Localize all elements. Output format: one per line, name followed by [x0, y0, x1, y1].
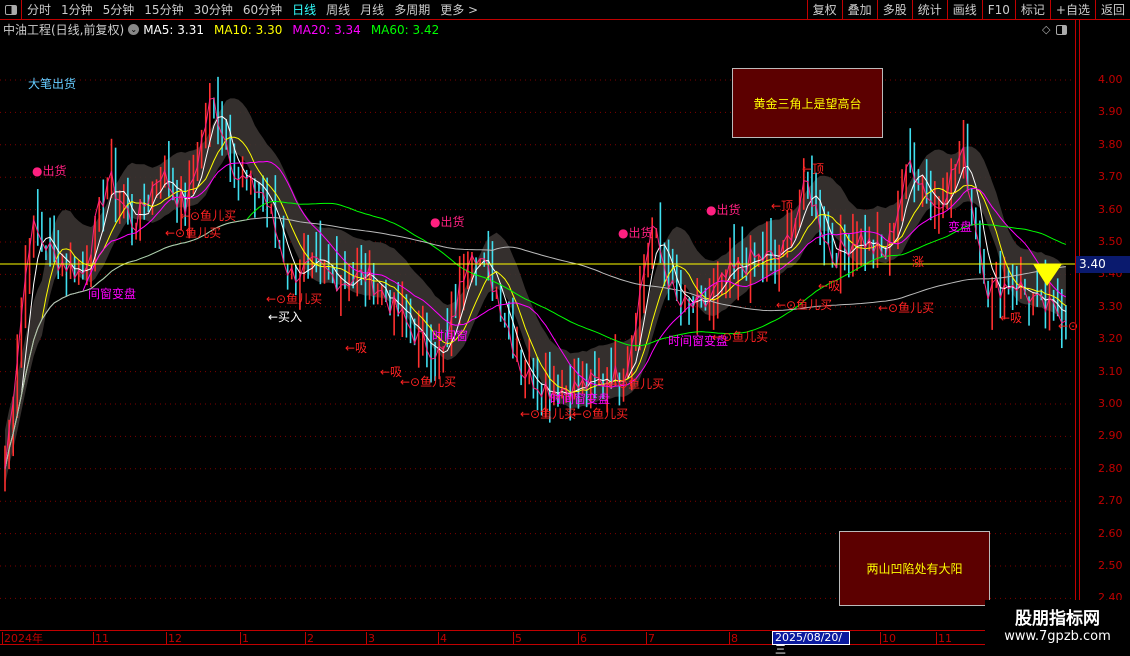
signal-annotation: 间窗变盘 [88, 287, 137, 301]
month-tick: 7 [646, 632, 655, 645]
signal-annotation: ←⊙鱼儿买 [266, 292, 323, 306]
toolbar-button[interactable]: 统计 [911, 0, 947, 20]
tab-period[interactable]: 60分钟 [238, 1, 287, 18]
signal-annotation: ←⊙鱼儿买 [878, 301, 935, 315]
signal-annotation: ←⊙鱼儿买 [712, 330, 769, 344]
price-tick: 3.50 [1098, 235, 1123, 248]
signal-annotation: ←⊙鱼儿买 [776, 298, 833, 312]
tab-period[interactable]: 周线 [321, 1, 355, 18]
signal-annotation: ←⊙鱼儿买 [520, 407, 577, 421]
signal-annotation: ←吸 [818, 279, 841, 293]
signal-annotation: ●出货 [618, 226, 653, 240]
price-tick: 3.70 [1098, 170, 1123, 184]
toolbar-button[interactable]: 复权 [806, 0, 842, 20]
price-tick: 2.90 [1098, 429, 1123, 443]
ma5-value: MA5: 3.31 [143, 22, 204, 37]
toolbar-button[interactable]: 叠加 [841, 0, 877, 20]
time-axis: 2024年 11 12 1 2 3 4 5 6 7 8 2025/08/20/三 10 11 [0, 630, 1075, 656]
signal-annotation: ←⊙鱼儿买 [400, 375, 457, 389]
tab-period[interactable]: 分时 [22, 1, 56, 18]
signal-annotation: ●出货 [430, 215, 465, 229]
signal-annotation: ←⊙鱼儿买 [572, 407, 629, 421]
signal-annotation: 涨 [912, 255, 925, 269]
price-tick: 3.60 [1098, 202, 1123, 216]
month-tick: 11 [93, 632, 109, 645]
price-tick: 4.00 [1098, 73, 1123, 86]
signal-annotation: ●出货 [706, 203, 741, 217]
ma-info-line: 中油工程(日线,前复权) ⌄ MA5: 3.31 MA10: 3.30 MA20… [0, 21, 439, 38]
signal-annotation: ←买入 [268, 310, 303, 324]
signal-annotation: 大笔出货 [28, 77, 77, 91]
month-tick: 2 [305, 632, 314, 645]
signal-annotation: ←吸 [345, 341, 368, 355]
watermark: 股朋指标网 www.7gpzb.com [985, 600, 1130, 650]
month-tick: 4 [438, 632, 447, 645]
signal-annotation: ←吸 [1000, 311, 1023, 325]
month-tick: 5 [513, 632, 522, 645]
ma60-value: MA60: 3.42 [370, 22, 440, 37]
panel-toggle-icon[interactable] [0, 0, 22, 20]
tab-period[interactable]: 多周期 [389, 1, 435, 18]
tab-period[interactable]: 更多 > [435, 1, 483, 18]
tab-period[interactable]: 5分钟 [98, 1, 140, 18]
price-tick: 3.80 [1098, 137, 1123, 151]
toolbar-button[interactable]: +自选 [1049, 0, 1095, 20]
signal-annotation: 时间窗 [432, 329, 469, 343]
valley-note: 两山凹陷处有大阳 [839, 531, 990, 606]
signal-annotation: 变盘 [948, 220, 973, 234]
crosshair-date: 2025/08/20/三 [772, 631, 850, 656]
month-tick: 10 [880, 632, 896, 645]
toolbar-button[interactable]: 标记 [1014, 0, 1050, 20]
signal-annotation: ●出货 [32, 164, 67, 178]
panel-icon[interactable] [1056, 24, 1068, 35]
tab-period[interactable]: 30分钟 [189, 1, 238, 18]
price-tick: 2.50 [1098, 559, 1123, 572]
period-toolbar: 分时 1分钟 5分钟 15分钟 30分钟 60分钟 日线 周线 月线 多周期 更多 > 复权 叠加 多股… [0, 0, 1130, 20]
price-tick: 2.70 [1098, 494, 1123, 508]
month-tick: 1 [240, 632, 249, 645]
month-tick: 3 [366, 632, 375, 645]
price-tick: 3.90 [1098, 105, 1123, 119]
month-tick: 6 [578, 632, 587, 645]
price-tick: 2.60 [1098, 526, 1123, 540]
tab-period[interactable]: 日线 [287, 1, 321, 18]
price-tick: 2.80 [1098, 461, 1123, 475]
price-tick: 3.30 [1098, 299, 1123, 313]
toolbar-button[interactable]: 多股 [876, 0, 912, 20]
price-tick: 3.10 [1098, 364, 1123, 378]
stock-title: 中油工程(日线,前复权) [3, 23, 125, 37]
signal-annotation: ←吸 [380, 365, 403, 379]
signal-annotation: ←⊙鱼儿买 [180, 209, 237, 223]
ma20-value: MA20: 3.34 [292, 22, 361, 37]
golden-triangle-note: 黄金三角上是望高台 [732, 68, 883, 138]
chevron-down-icon[interactable]: ⌄ [128, 24, 140, 35]
signal-annotation: ←顶 [771, 199, 794, 213]
month-tick: 12 [166, 632, 182, 645]
ma10-value: MA10: 3.30 [213, 22, 283, 37]
tab-period[interactable]: 15分钟 [139, 1, 188, 18]
tab-period[interactable]: 月线 [355, 1, 389, 18]
diamond-icon[interactable]: ◇ [1042, 23, 1050, 36]
tab-period[interactable]: 1分钟 [56, 1, 98, 18]
toolbar-button[interactable]: 返回 [1094, 0, 1130, 20]
month-tick: 2024年 [2, 632, 43, 645]
toolbar-button[interactable]: F10 [981, 0, 1015, 20]
toolbar-button[interactable]: 画线 [946, 0, 982, 20]
price-tick: 3.20 [1098, 332, 1123, 346]
signal-annotation: ←顶 [802, 162, 825, 176]
month-tick: 11 [936, 632, 952, 645]
current-price-label: 3.40 [1076, 256, 1130, 273]
month-tick: 8 [729, 632, 738, 645]
signal-annotation: ←⊙鱼儿买 [608, 377, 665, 391]
signal-annotation: ←⊙鱼儿买 [165, 226, 222, 240]
price-tick: 3.00 [1098, 397, 1123, 410]
price-axis: 4.00 3.90 3.80 3.70 3.60 3.50 3.40 3.30 3.20 3.10… [1075, 20, 1130, 630]
